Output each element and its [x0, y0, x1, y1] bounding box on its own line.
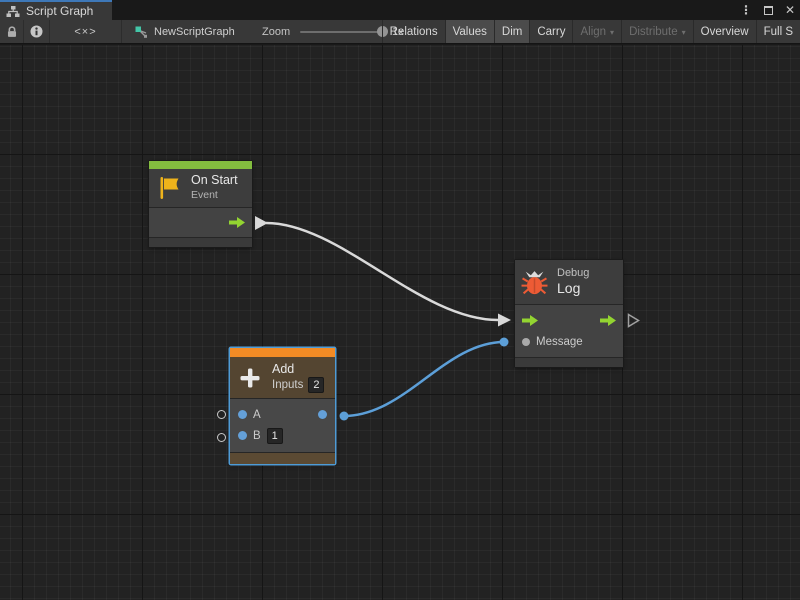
add-color-bar [230, 348, 335, 357]
window-menu-icon[interactable]: ⋮ [740, 4, 752, 16]
value-cable-end-dot [500, 338, 509, 347]
on-start-flow-out-port[interactable] [255, 216, 268, 230]
message-input-row: Message [515, 331, 623, 353]
dim-button[interactable]: Dim [494, 20, 529, 43]
close-icon[interactable]: ✕ [785, 4, 795, 16]
script-graph-asset-icon [134, 25, 148, 39]
zoom-label: Zoom [262, 20, 290, 43]
flow-ports-row [515, 309, 623, 331]
debug-log-header: Debug Log [515, 260, 623, 304]
add-footer [230, 452, 335, 464]
result-output-port[interactable] [318, 410, 327, 419]
port-a-row: A [230, 404, 335, 425]
port-a-input[interactable] [238, 410, 247, 419]
node-category: Debug [557, 266, 589, 280]
port-b-value-field[interactable]: 1 [267, 428, 283, 444]
graph-canvas[interactable]: On Start Event [0, 45, 800, 600]
node-title: On Start [191, 173, 238, 189]
node-on-start[interactable]: On Start Event [149, 161, 252, 247]
on-start-footer [149, 237, 252, 247]
align-dropdown[interactable]: Align ▾ [572, 20, 621, 43]
node-subtitle: Event [191, 189, 238, 203]
distribute-dropdown[interactable]: Distribute ▾ [621, 20, 693, 43]
inputs-count-stepper[interactable]: 2 [308, 377, 324, 393]
port-b-label: B [253, 430, 261, 442]
debug-log-flow-out-port[interactable] [627, 313, 640, 328]
event-color-bar [149, 161, 252, 169]
graph-name-label: NewScriptGraph [154, 26, 235, 38]
lock-icon [5, 25, 19, 39]
flow-cable-arrowhead [498, 314, 511, 327]
zoom-slider-track[interactable] [300, 31, 382, 33]
tab-strip: Script Graph ⋮ ✕ [0, 0, 800, 20]
values-button[interactable]: Values [445, 20, 494, 43]
graph-toolbar: <×> NewScriptGraph Zoom 1x Relations Val… [0, 20, 800, 44]
flow-output-row [149, 208, 252, 237]
tab-title: Script Graph [26, 4, 93, 18]
node-add[interactable]: Add Inputs 2 A B 1 [230, 348, 335, 464]
window-controls: ⋮ ✕ [740, 0, 795, 20]
bug-icon [521, 269, 548, 296]
value-cable-start-dot [340, 412, 349, 421]
toolbar-toggle-group: Relations Values Dim Carry Align ▾ Distr… [382, 20, 800, 43]
value-connection-cable[interactable] [344, 342, 504, 416]
graph-name-breadcrumb[interactable]: NewScriptGraph [134, 20, 235, 43]
inputs-label: Inputs [272, 378, 303, 393]
info-button[interactable] [24, 20, 50, 43]
carry-button[interactable]: Carry [529, 20, 572, 43]
message-value-port[interactable] [522, 338, 530, 346]
info-icon [30, 25, 43, 38]
port-b-external-connector[interactable] [217, 433, 226, 442]
port-a-external-connector[interactable] [217, 410, 226, 419]
plus-icon [238, 366, 262, 390]
full-screen-button[interactable]: Full S [756, 20, 800, 43]
flow-output-arrow-icon[interactable] [229, 217, 245, 228]
chevron-down-icon: ▾ [610, 28, 614, 37]
port-a-label: A [253, 409, 261, 421]
add-header: Add Inputs 2 [230, 357, 335, 398]
port-b-input[interactable] [238, 431, 247, 440]
port-b-row: B 1 [230, 425, 335, 446]
flow-connection-cable[interactable] [266, 223, 498, 320]
on-start-header: On Start Event [149, 169, 252, 207]
node-debug-log[interactable]: Debug Log Message [515, 260, 623, 367]
overview-button[interactable]: Overview [693, 20, 756, 43]
message-port-label: Message [536, 336, 583, 348]
chevron-down-icon: ▾ [682, 28, 686, 37]
code-view-button[interactable]: <×> [50, 20, 122, 43]
node-title: Log [557, 280, 589, 298]
node-title: Add [272, 362, 324, 378]
flow-output-arrow-icon[interactable] [600, 315, 616, 326]
tab-script-graph[interactable]: Script Graph [0, 0, 112, 20]
relations-button[interactable]: Relations [382, 20, 445, 43]
code-icon: <×> [74, 26, 96, 38]
lock-button[interactable] [0, 20, 24, 43]
maximize-icon[interactable] [764, 6, 773, 15]
graph-hierarchy-icon [6, 5, 20, 18]
flow-input-arrow-icon[interactable] [522, 315, 538, 326]
debug-log-footer [515, 357, 623, 367]
connection-layer [0, 45, 800, 600]
flag-icon [157, 175, 181, 201]
script-graph-window: Script Graph ⋮ ✕ <×> [0, 0, 800, 600]
